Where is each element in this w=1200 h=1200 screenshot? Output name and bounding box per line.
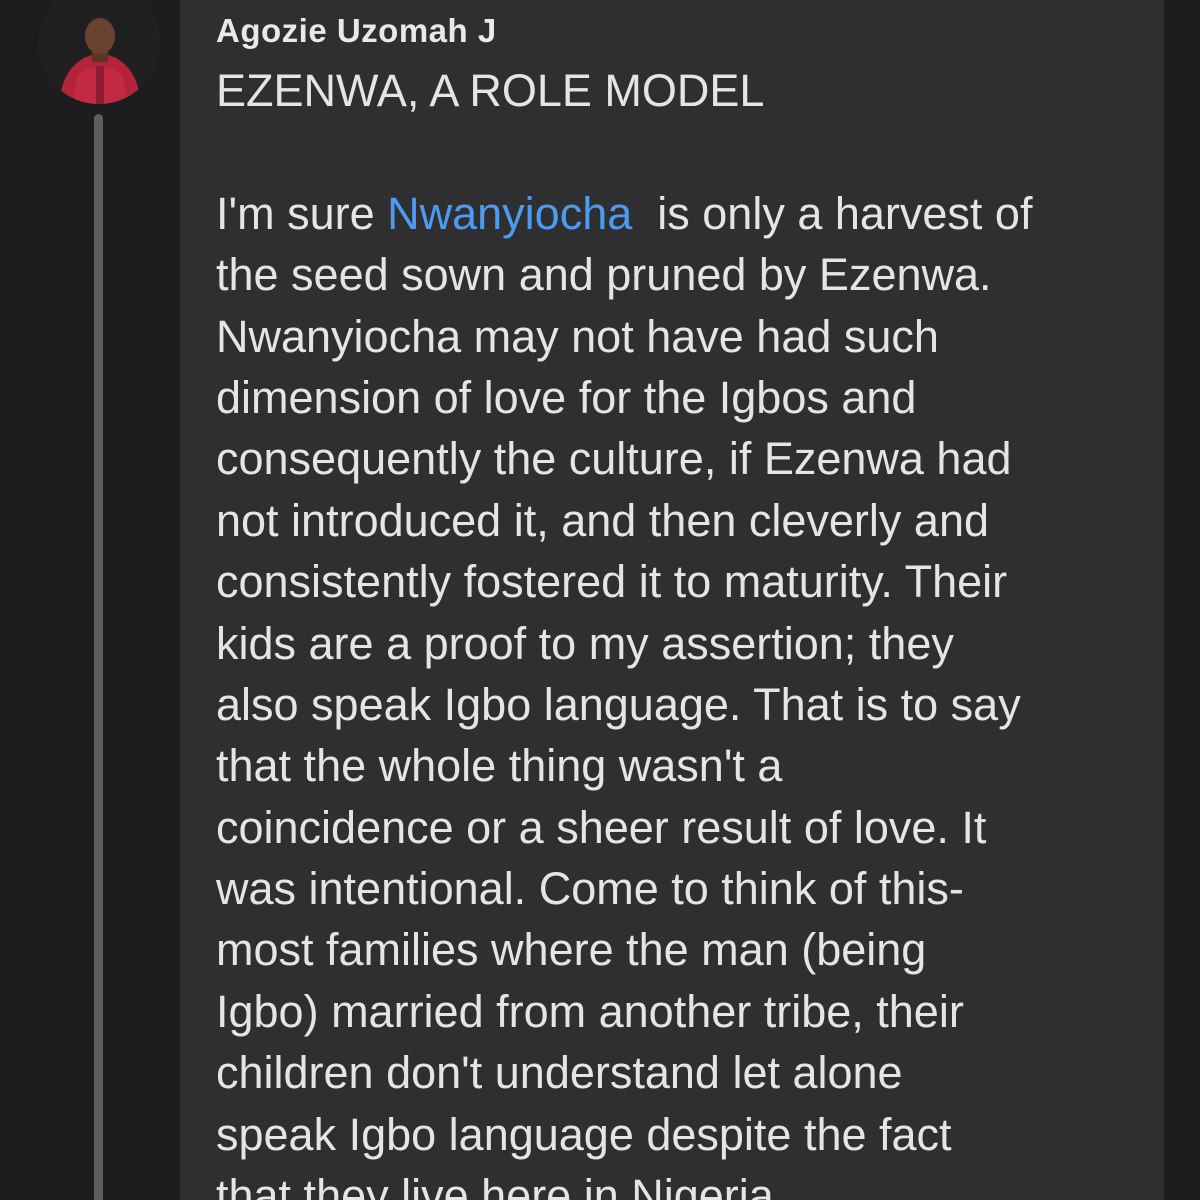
thread-line bbox=[94, 114, 103, 1200]
mention-link[interactable]: Nwanyiocha bbox=[387, 188, 632, 239]
comment-line: coincidence or a sheer result of love. I… bbox=[216, 801, 987, 853]
comment-title: EZENWA, A ROLE MODEL bbox=[216, 65, 765, 116]
comment-line: speak Igbo language despite the fact bbox=[216, 1108, 952, 1160]
comment-line: consistently fostered it to maturity. Th… bbox=[216, 556, 1008, 608]
comment-line: also speak Igbo language. That is to say bbox=[216, 678, 1021, 730]
comment-line: that the whole thing wasn't a bbox=[216, 740, 783, 792]
comment-screen: Agozie Uzomah J EZENWA, A ROLE MODEL I'm… bbox=[0, 0, 1200, 1200]
comment-line: children don't understand let alone bbox=[216, 1047, 903, 1099]
comment-line: Igbo) married from another tribe, their bbox=[216, 985, 964, 1037]
comment-line-first: I'm sure Nwanyiocha is only a harvest of bbox=[216, 183, 1146, 244]
comment-author[interactable]: Agozie Uzomah J bbox=[216, 12, 497, 50]
comment-line: dimension of love for the Igbos and bbox=[216, 371, 917, 423]
comment-line: that they live here in Nigeria. bbox=[216, 1170, 787, 1200]
comment-line: consequently the culture, if Ezenwa had bbox=[216, 433, 1012, 485]
comment-line: most families where the man (being bbox=[216, 924, 927, 976]
line-prefix: I'm sure bbox=[216, 187, 388, 239]
avatar-photo bbox=[38, 0, 160, 104]
comment-line: the seed sown and pruned by Ezenwa. bbox=[216, 249, 992, 301]
comment-line: kids are a proof to my assertion; they bbox=[216, 617, 954, 669]
comment-line: Nwanyiocha may not have had such bbox=[216, 310, 939, 362]
comment-body: EZENWA, A ROLE MODEL I'm sure Nwanyiocha… bbox=[216, 60, 1146, 1200]
avatar[interactable] bbox=[38, 0, 160, 104]
line-rest: is only a harvest of bbox=[632, 187, 1033, 239]
comment-line: not introduced it, and then cleverly and bbox=[216, 494, 989, 546]
comment-line: was intentional. Come to think of this- bbox=[216, 863, 964, 915]
